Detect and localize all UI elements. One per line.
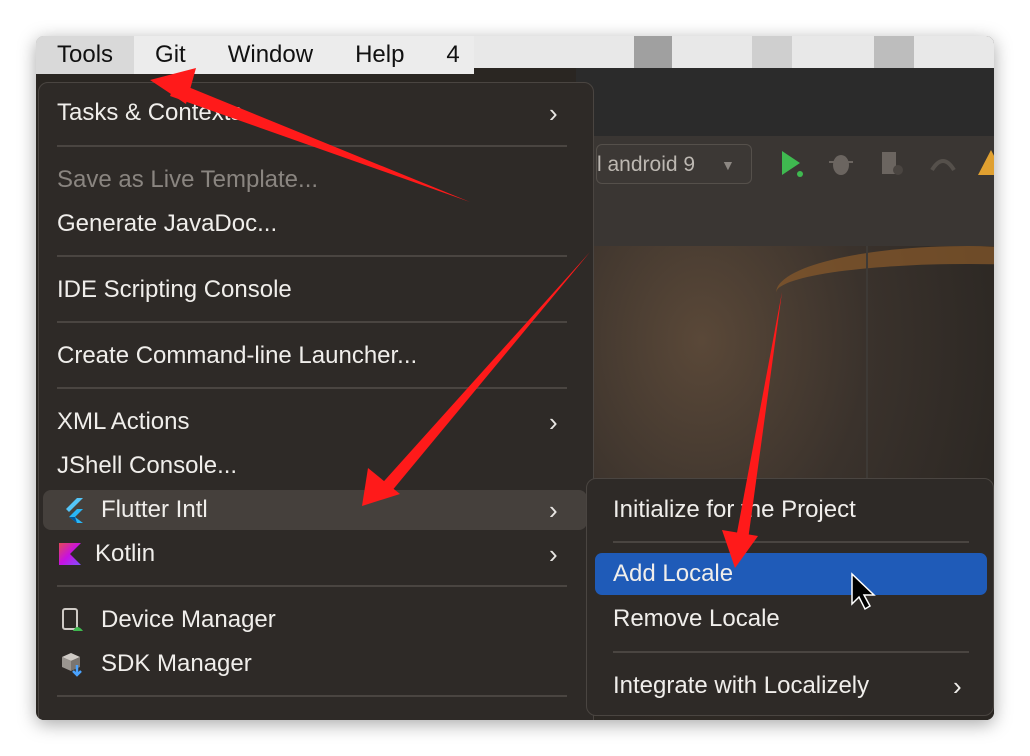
submenu-item-label: Initialize for the Project xyxy=(613,496,856,523)
menu-item-flutter-intl[interactable]: Flutter Intl › xyxy=(43,490,587,530)
menu-separator xyxy=(57,145,567,147)
menu-item-label: Create Command-line Launcher... xyxy=(57,342,418,369)
menu-help[interactable]: Help xyxy=(334,36,425,74)
menu-more[interactable]: 4 xyxy=(425,36,459,74)
submenu-item-add-locale[interactable]: Add Locale xyxy=(595,553,987,595)
menu-separator xyxy=(57,387,567,389)
submenu-item-label: Remove Locale xyxy=(613,605,780,632)
submenu-item-initialize-project[interactable]: Initialize for the Project xyxy=(587,489,993,531)
menu-item-sdk-manager[interactable]: SDK Manager xyxy=(39,644,593,684)
chevron-right-icon: › xyxy=(549,407,558,437)
warning-icon xyxy=(978,150,994,175)
menu-item-label: Generate JavaDoc... xyxy=(57,210,278,237)
submenu-item-integrate-localizely[interactable]: Integrate with Localizely › xyxy=(587,665,993,707)
menu-item-jshell-console[interactable]: JShell Console... xyxy=(39,446,593,486)
menu-item-kotlin[interactable]: Kotlin › xyxy=(39,534,593,574)
menu-item-save-live-template: Save as Live Template... xyxy=(39,160,593,200)
submenu-item-label: Integrate with Localizely xyxy=(613,672,870,699)
chevron-down-icon: ▼ xyxy=(721,157,735,173)
chevron-right-icon: › xyxy=(549,539,558,569)
device-selector-label: l android 9 xyxy=(597,153,696,176)
menu-separator xyxy=(613,651,969,653)
menu-item-xml-actions[interactable]: XML Actions › xyxy=(39,402,593,442)
menu-item-command-line-launcher[interactable]: Create Command-line Launcher... xyxy=(39,336,593,376)
attach-icon[interactable] xyxy=(928,148,958,178)
menu-item-label: SDK Manager xyxy=(101,650,252,677)
submenu-item-remove-locale[interactable]: Remove Locale xyxy=(587,598,993,640)
menu-item-label: Save as Live Template... xyxy=(57,166,319,193)
menu-item-label: Kotlin xyxy=(95,540,156,567)
editor-divider xyxy=(866,246,868,506)
device-manager-icon xyxy=(62,608,83,631)
menu-item-label: Device Manager xyxy=(101,606,276,633)
menu-item-tasks-contexts[interactable]: Tasks & Contexts › xyxy=(39,93,593,133)
menu-separator xyxy=(57,585,567,587)
menu-window[interactable]: Window xyxy=(207,36,334,74)
chevron-right-icon: › xyxy=(549,98,558,128)
debug-icon[interactable] xyxy=(826,148,856,178)
title-strip xyxy=(474,36,994,68)
flutter-intl-submenu: Initialize for the Project Add Locale Re… xyxy=(586,478,994,716)
background-artwork xyxy=(776,246,994,324)
menu-item-label: Flutter Intl xyxy=(101,496,208,523)
ide-window: l android 9 ▼ Tools Git Window Help 4 Ta… xyxy=(36,36,994,720)
menu-separator xyxy=(57,695,567,697)
menu-separator xyxy=(57,321,567,323)
device-selector[interactable]: l android 9 ▼ xyxy=(596,144,752,184)
menu-item-label: Tasks & Contexts xyxy=(57,99,243,126)
submenu-item-label: Add Locale xyxy=(613,560,734,587)
run-icon[interactable] xyxy=(776,148,806,178)
profile-icon[interactable] xyxy=(876,148,906,178)
tools-menu: Tasks & Contexts › Save as Live Template… xyxy=(38,82,594,720)
menu-item-device-manager[interactable]: Device Manager xyxy=(39,600,593,640)
kotlin-icon xyxy=(59,543,81,565)
menu-tools[interactable]: Tools xyxy=(36,36,135,74)
menu-item-label: JShell Console... xyxy=(57,452,238,479)
menu-git[interactable]: Git xyxy=(134,36,207,74)
flutter-icon xyxy=(66,498,83,523)
chevron-right-icon: › xyxy=(953,671,962,701)
menu-item-label: IDE Scripting Console xyxy=(57,276,292,303)
sdk-manager-icon xyxy=(62,653,82,677)
menu-item-label: XML Actions xyxy=(57,408,190,435)
menu-item-ide-scripting-console[interactable]: IDE Scripting Console xyxy=(39,270,593,310)
chevron-right-icon: › xyxy=(549,495,558,525)
menu-item-generate-javadoc[interactable]: Generate JavaDoc... xyxy=(39,204,593,244)
menu-separator xyxy=(57,255,567,257)
menu-bar: Tools Git Window Help 4 xyxy=(36,36,474,74)
menu-separator xyxy=(613,541,969,543)
